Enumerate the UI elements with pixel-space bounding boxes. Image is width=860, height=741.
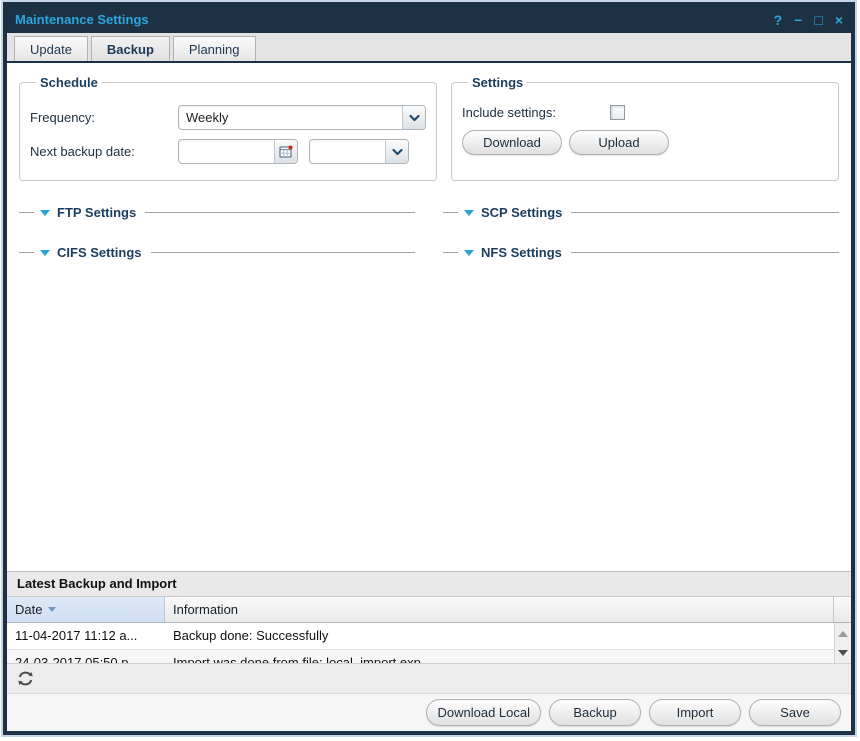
ftp-settings-header[interactable]: FTP Settings bbox=[19, 205, 415, 220]
table-toolbar bbox=[7, 663, 851, 693]
tab-planning[interactable]: Planning bbox=[173, 36, 256, 61]
scroll-up-icon[interactable] bbox=[838, 631, 848, 637]
scp-settings-header[interactable]: SCP Settings bbox=[443, 205, 839, 220]
save-button[interactable]: Save bbox=[749, 699, 841, 726]
upload-button[interactable]: Upload bbox=[569, 130, 669, 155]
chevron-down-icon[interactable] bbox=[402, 106, 425, 129]
scrollbar-header-spacer bbox=[834, 597, 851, 622]
triangle-down-icon bbox=[40, 210, 50, 216]
tab-backup[interactable]: Backup bbox=[91, 36, 170, 61]
tab-bar: Update Backup Planning bbox=[7, 33, 851, 63]
schedule-legend: Schedule bbox=[36, 75, 102, 90]
close-icon[interactable]: × bbox=[835, 13, 843, 27]
scroll-down-icon[interactable] bbox=[838, 650, 848, 656]
tab-update[interactable]: Update bbox=[14, 36, 88, 61]
history-panel-title: Latest Backup and Import bbox=[7, 571, 851, 597]
window-title: Maintenance Settings bbox=[15, 12, 774, 27]
table-scrollbar[interactable] bbox=[834, 623, 851, 663]
maximize-icon[interactable]: □ bbox=[814, 13, 822, 27]
refresh-icon[interactable] bbox=[16, 669, 35, 688]
frequency-select[interactable]: Weekly bbox=[178, 105, 426, 130]
window-controls: ? − □ × bbox=[774, 13, 843, 27]
include-settings-label: Include settings: bbox=[462, 105, 610, 120]
backup-time-value bbox=[310, 140, 385, 163]
column-header-date[interactable]: Date bbox=[7, 597, 165, 622]
include-settings-checkbox[interactable] bbox=[610, 105, 625, 120]
help-icon[interactable]: ? bbox=[774, 13, 783, 27]
titlebar: Maintenance Settings ? − □ × bbox=[7, 6, 851, 33]
triangle-down-icon bbox=[464, 210, 474, 216]
frequency-label: Frequency: bbox=[30, 110, 178, 125]
backup-button[interactable]: Backup bbox=[549, 699, 641, 726]
frequency-value: Weekly bbox=[179, 106, 402, 129]
import-button[interactable]: Import bbox=[649, 699, 741, 726]
next-backup-date-label: Next backup date: bbox=[30, 144, 178, 159]
download-button[interactable]: Download bbox=[462, 130, 562, 155]
sort-desc-icon bbox=[48, 607, 56, 612]
history-table-header: Date Information bbox=[7, 597, 851, 623]
table-row[interactable]: 11-04-2017 11:12 a... Backup done: Succe… bbox=[7, 623, 834, 650]
chevron-down-icon[interactable] bbox=[385, 140, 408, 163]
history-table-body: 11-04-2017 11:12 a... Backup done: Succe… bbox=[7, 623, 851, 663]
cifs-settings-header[interactable]: CIFS Settings bbox=[19, 245, 415, 260]
settings-group: Settings Include settings: Download Uplo… bbox=[451, 75, 839, 181]
triangle-down-icon bbox=[464, 250, 474, 256]
column-header-information[interactable]: Information bbox=[165, 597, 834, 622]
date-input[interactable] bbox=[179, 140, 274, 163]
footer-actions: Download Local Backup Import Save bbox=[7, 693, 851, 731]
minimize-icon[interactable]: − bbox=[794, 13, 802, 27]
settings-legend: Settings bbox=[468, 75, 527, 90]
backup-time-select[interactable] bbox=[309, 139, 409, 164]
nfs-settings-header[interactable]: NFS Settings bbox=[443, 245, 839, 260]
table-row[interactable]: 24-03-2017 05:50 p... Import was done fr… bbox=[7, 650, 834, 663]
top-fieldsets: Schedule Frequency: Weekly Next backup d… bbox=[19, 75, 839, 181]
maintenance-settings-window: Maintenance Settings ? − □ × Update Back… bbox=[3, 2, 855, 735]
protocol-sections: FTP Settings SCP Settings CIFS Settings … bbox=[19, 205, 839, 260]
calendar-icon[interactable] bbox=[274, 140, 297, 163]
triangle-down-icon bbox=[40, 250, 50, 256]
next-backup-date-field bbox=[178, 139, 298, 164]
schedule-group: Schedule Frequency: Weekly Next backup d… bbox=[19, 75, 437, 181]
backup-tab-content: Schedule Frequency: Weekly Next backup d… bbox=[7, 63, 851, 571]
download-local-button[interactable]: Download Local bbox=[426, 699, 541, 726]
